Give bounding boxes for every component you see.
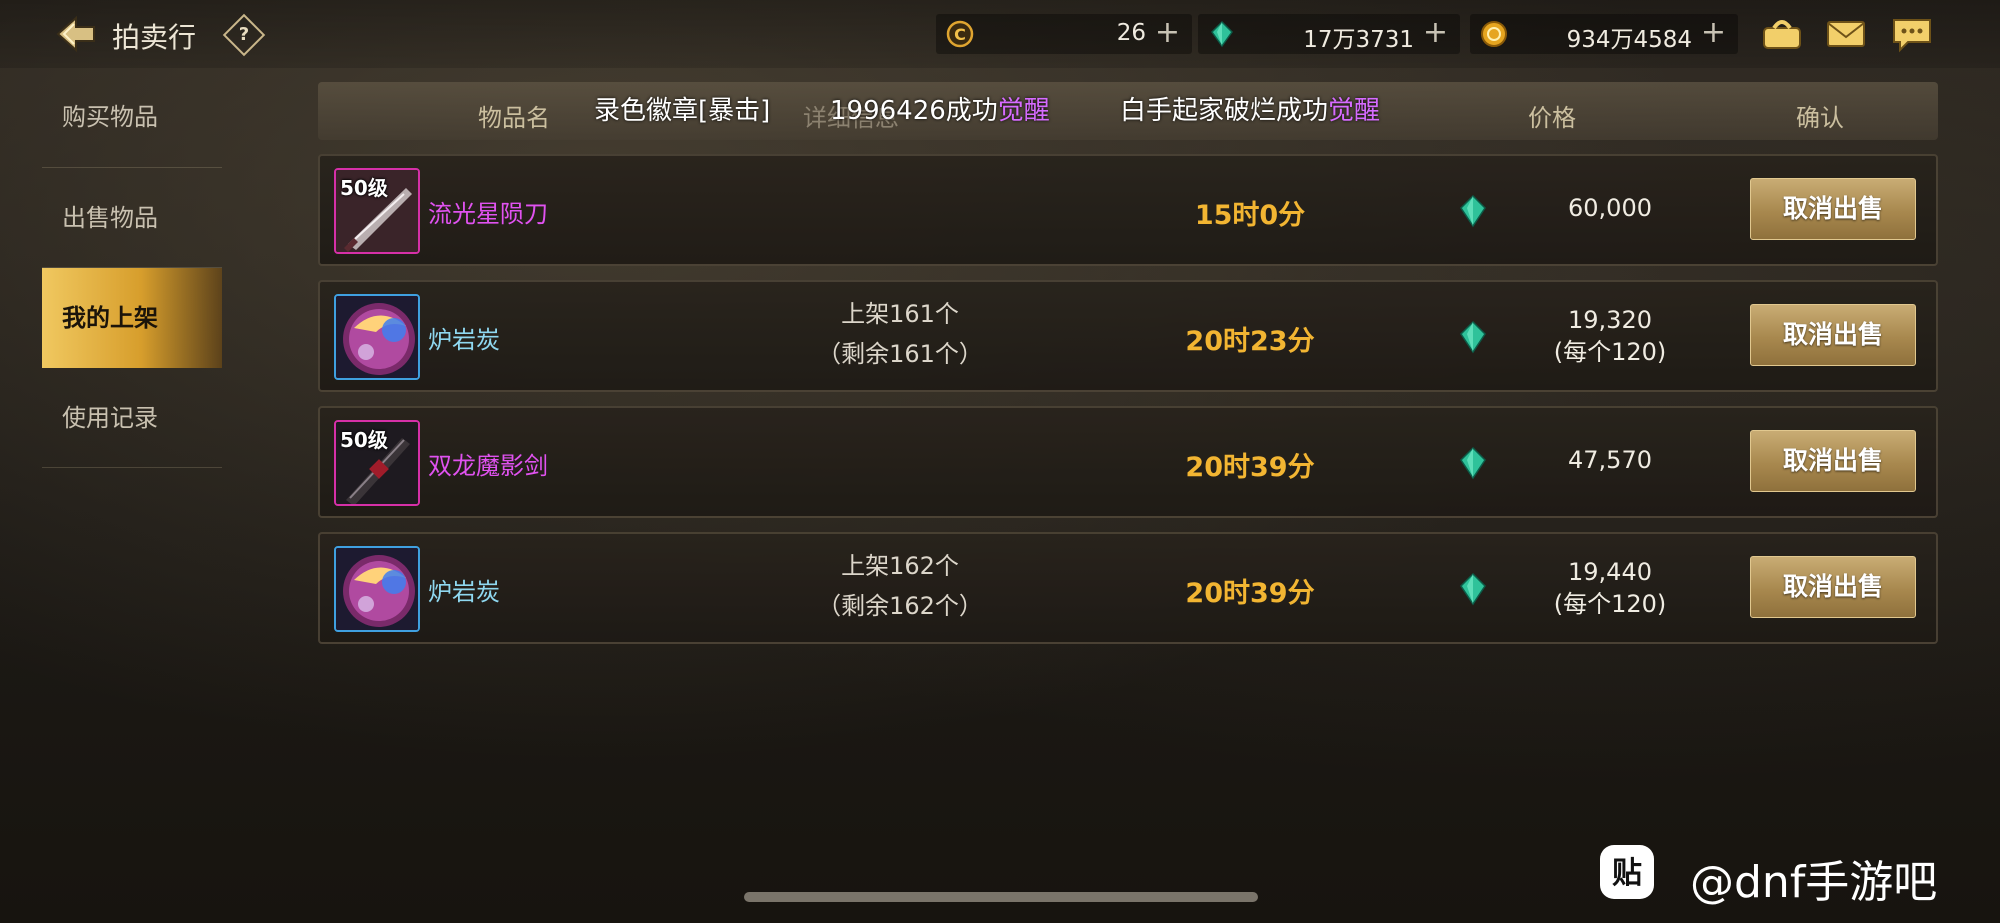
remaining-count: （剩余162个） (817, 592, 983, 620)
listed-count: 上架162个 (841, 552, 959, 580)
remaining-time: 20时39分 (1185, 578, 1315, 609)
listing-row: 炉岩炭 上架162个 （剩余162个） 20时39分 19,440 (每个120… (318, 532, 1938, 644)
c-coin-counter: C 26 + (936, 14, 1192, 54)
price: 47,570 (1568, 446, 1652, 474)
broadcast-highlight: 觉醒 (997, 96, 1050, 126)
broadcast-message-1: 录色徽章[暴击] (594, 96, 771, 126)
cancel-sale-button[interactable]: 取消出售 (1750, 178, 1916, 240)
listing-row: 50级 流光星陨刀 15时0分 60,000 取消出售 (318, 154, 1938, 266)
chat-icon[interactable] (1890, 14, 1934, 54)
mail-icon[interactable] (1824, 14, 1868, 54)
item-name[interactable]: 流光星陨刀 (428, 194, 548, 229)
remaining-time: 20时39分 (1185, 452, 1315, 483)
unit-price: (每个120) (1553, 590, 1667, 618)
price: 60,000 (1568, 194, 1652, 222)
gem-counter: 17万3731 + (1198, 14, 1460, 54)
gem-add-button[interactable]: + (1423, 16, 1448, 50)
svg-text:C: C (954, 25, 966, 44)
header-confirm: 确认 (1796, 104, 1844, 132)
back-arrow-icon[interactable] (52, 14, 98, 54)
cancel-sale-button[interactable]: 取消出售 (1750, 430, 1916, 492)
sidebar-item-usage-log[interactable]: 使用记录 (42, 368, 222, 468)
header-item-name: 物品名 (478, 104, 550, 132)
bag-icon[interactable] (1760, 14, 1804, 54)
tieba-logo-char: 贴 (1612, 856, 1642, 891)
help-button[interactable]: ? (222, 13, 266, 57)
broadcast-text: 白手起家破烂成功 (1120, 96, 1329, 126)
watermark-text: @dnf手游吧 (1690, 857, 1938, 908)
unit-price: (每个120) (1553, 338, 1667, 366)
header-price: 价格 (1528, 104, 1576, 132)
broadcast-message-2: 1996426成功觉醒 (830, 90, 1050, 127)
price: 19,320 (1568, 306, 1652, 334)
remaining-time: 15时0分 (1194, 200, 1306, 231)
top-bar: 拍卖行 ? C 26 + 17万3731 + 934万4584 + (0, 0, 2000, 68)
gold-add-button[interactable]: + (1701, 16, 1726, 50)
item-slot[interactable]: 50级 (334, 420, 420, 506)
item-slot[interactable] (334, 546, 420, 632)
cancel-sale-button[interactable]: 取消出售 (1750, 556, 1916, 618)
item-slot[interactable] (334, 294, 420, 380)
home-indicator[interactable] (744, 892, 1258, 902)
item-level: 50级 (340, 176, 388, 200)
gem-icon (1460, 572, 1486, 606)
broadcast-text: 1996426成功 (830, 96, 998, 126)
page-title: 拍卖行 (112, 21, 197, 54)
gem-icon (1460, 446, 1486, 480)
remaining-count: （剩余161个） (817, 340, 983, 368)
item-name[interactable]: 炉岩炭 (428, 572, 500, 607)
listing-detail: 上架161个 （剩余161个） (750, 294, 1050, 374)
broadcast-highlight: 觉醒 (1328, 96, 1381, 126)
broadcast-message-3: 白手起家破烂成功觉醒 (1120, 90, 1380, 127)
orb-material-icon (336, 548, 418, 630)
listing-row: 50级 双龙魔影剑 20时39分 47,570 取消出售 (318, 406, 1938, 518)
c-coin-icon: C (946, 20, 974, 48)
orb-material-icon (336, 296, 418, 378)
sidebar: 购买物品 出售物品 我的上架 使用记录 (42, 82, 222, 468)
question-icon: ? (238, 24, 250, 45)
c-coin-add-button[interactable]: + (1155, 16, 1180, 50)
sidebar-item-sell[interactable]: 出售物品 (42, 168, 222, 268)
listed-count: 上架161个 (841, 300, 959, 328)
gold-coin-icon (1481, 21, 1507, 47)
gem-icon (1460, 194, 1486, 228)
price-block: 19,440 (每个120) (1510, 556, 1710, 620)
gem-value: 17万3731 (1303, 27, 1414, 53)
gem-icon (1211, 20, 1233, 48)
item-name[interactable]: 双龙魔影剑 (428, 446, 548, 481)
listing-row: 炉岩炭 上架161个 （剩余161个） 20时23分 19,320 (每个120… (318, 280, 1938, 392)
gold-counter: 934万4584 + (1470, 14, 1738, 54)
price-block: 19,320 (每个120) (1510, 304, 1710, 368)
remaining-time: 20时23分 (1185, 326, 1315, 357)
c-coin-value: 26 (1116, 20, 1146, 46)
item-name[interactable]: 炉岩炭 (428, 320, 500, 355)
sidebar-item-my-listings[interactable]: 我的上架 (42, 268, 222, 368)
cancel-sale-button[interactable]: 取消出售 (1750, 304, 1916, 366)
item-slot[interactable]: 50级 (334, 168, 420, 254)
tieba-logo-icon: 贴 (1600, 845, 1654, 899)
price: 19,440 (1568, 558, 1652, 586)
sidebar-item-buy[interactable]: 购买物品 (42, 82, 222, 168)
listing-detail: 上架162个 （剩余162个） (750, 546, 1050, 626)
item-level: 50级 (340, 428, 388, 452)
gold-value: 934万4584 (1566, 27, 1692, 53)
gem-icon (1460, 320, 1486, 354)
